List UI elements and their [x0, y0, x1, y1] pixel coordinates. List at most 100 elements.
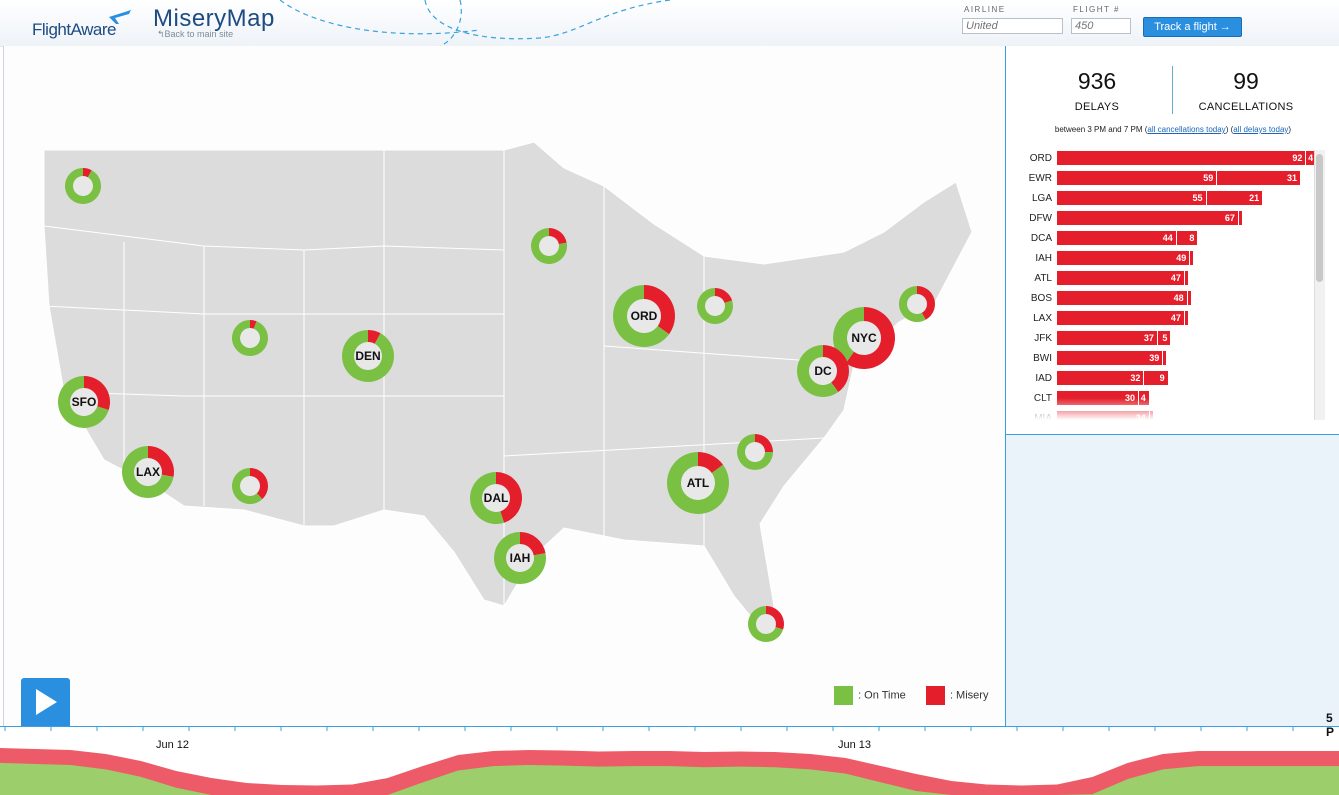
- bar-end-cap: [1186, 291, 1191, 305]
- us-map[interactable]: DEN SFO LAX ORD NYC DC ATL DAL IAH: [4, 46, 1005, 726]
- bar-row-lga[interactable]: LGA 55 21: [1006, 190, 1339, 207]
- delays-bar: 55: [1057, 191, 1206, 205]
- delays-bar: 39: [1057, 351, 1163, 365]
- header-bar: FlightAware MiseryMap ↰Back to main site…: [0, 0, 1339, 47]
- play-button[interactable]: [21, 678, 70, 726]
- airport-code-label: ATL: [687, 476, 709, 490]
- delays-bar: 67: [1057, 211, 1238, 225]
- bar-list-scrollbar[interactable]: [1314, 150, 1325, 420]
- all-cancellations-link[interactable]: all cancellations today: [1147, 125, 1225, 134]
- bar-end-cap: [1183, 271, 1188, 285]
- delays-bar: 59: [1057, 171, 1217, 185]
- bar-airport-code: ORD: [1029, 153, 1052, 164]
- bar-end-cap: [1237, 211, 1242, 225]
- flight-number-input[interactable]: [1071, 18, 1131, 34]
- bar-airport-code: BWI: [1033, 353, 1052, 364]
- flight-number-label: FLIGHT #: [1073, 5, 1120, 14]
- back-to-main-site-link[interactable]: ↰Back to main site: [157, 29, 233, 40]
- timeline-date-label: Jun 12: [156, 739, 190, 751]
- bar-end-cap: [1162, 351, 1167, 365]
- airplane-icon: [109, 10, 131, 24]
- bar-row-lax[interactable]: LAX 47: [1006, 310, 1339, 327]
- airport-marker-sfo[interactable]: SFO: [58, 376, 110, 429]
- airport-marker[interactable]: [737, 434, 773, 470]
- delays-bar: 32: [1057, 371, 1144, 385]
- misery-swatch: [925, 686, 945, 705]
- airport-marker[interactable]: [65, 168, 102, 204]
- cancellations-bar: 8: [1175, 231, 1198, 245]
- airport-marker-dc[interactable]: DC: [797, 345, 850, 398]
- all-delays-link[interactable]: all delays today: [1233, 125, 1288, 134]
- time-range-text: between 3 PM and 7 PM (all cancellations…: [1054, 125, 1292, 134]
- airport-marker-ord[interactable]: ORD: [613, 285, 675, 347]
- misery-timeline-chart[interactable]: [0, 727, 1339, 795]
- bar-airport-code: DCA: [1030, 233, 1052, 244]
- airport-code-label: ORD: [631, 309, 658, 323]
- stats-panel: 936 DELAYS 99 CANCELLATIONS between 3 PM…: [1005, 46, 1339, 726]
- bar-airport-code: JFK: [1034, 333, 1052, 344]
- on-time-label: : On Time: [858, 689, 906, 702]
- bar-airport-code: IAH: [1035, 253, 1052, 264]
- cancellations-bar: 21: [1205, 191, 1263, 205]
- cancellations-bar: 9: [1143, 371, 1168, 385]
- map-legend: : On Time : Misery: [834, 686, 988, 705]
- airport-code-label: DC: [814, 364, 832, 378]
- bar-airport-code: ATL: [1034, 273, 1052, 284]
- timeline[interactable]: 5 P Jun 12 Jun 13: [0, 711, 1339, 795]
- bar-row-ord[interactable]: ORD 92 4: [1006, 150, 1339, 167]
- stats-summary: 936 DELAYS 99 CANCELLATIONS between 3 PM…: [1006, 46, 1339, 435]
- scrollbar-thumb[interactable]: [1316, 154, 1323, 282]
- airline-label: AIRLINE: [964, 5, 1006, 14]
- airport-marker[interactable]: [697, 288, 733, 324]
- airport-code-label: SFO: [72, 395, 97, 409]
- decorative-flight-path: [280, 0, 671, 46]
- list-fade: [1006, 398, 1339, 420]
- airport-marker[interactable]: [748, 606, 784, 642]
- bar-row-dfw[interactable]: DFW 67: [1006, 210, 1339, 227]
- delays-bar: 44: [1057, 231, 1176, 245]
- delays-bar: 47: [1057, 271, 1184, 285]
- airport-marker[interactable]: [531, 228, 567, 264]
- cancellations-bar: 5: [1156, 331, 1171, 345]
- airline-input[interactable]: [962, 18, 1063, 34]
- timeline-date-label: Jun 13: [838, 739, 872, 751]
- cancellations-count: 99: [1233, 68, 1259, 94]
- airport-marker-atl[interactable]: ATL: [666, 452, 729, 514]
- bar-row-bos[interactable]: BOS 48: [1006, 290, 1339, 307]
- delays-count: 936: [1077, 68, 1117, 94]
- bar-row-dca[interactable]: DCA 44 8: [1006, 230, 1339, 247]
- airport-marker-lax[interactable]: LAX: [122, 446, 174, 498]
- delays-label: DELAYS: [1074, 101, 1120, 113]
- delays-bar: 49: [1057, 251, 1190, 265]
- bar-airport-code: IAD: [1035, 373, 1052, 384]
- stats-divider: [1172, 66, 1173, 114]
- airport-marker-iah[interactable]: IAH: [494, 532, 547, 585]
- bar-airport-code: DFW: [1029, 213, 1052, 224]
- airport-code-label: DEN: [355, 349, 380, 363]
- bar-airport-code: BOS: [1030, 293, 1052, 304]
- map-area[interactable]: DEN SFO LAX ORD NYC DC ATL DAL IAH : On Time : M…: [3, 46, 1005, 726]
- bar-row-iad[interactable]: IAD 32 9: [1006, 370, 1339, 387]
- bar-row-bwi[interactable]: BWI 39: [1006, 350, 1339, 367]
- airport-bar-chart[interactable]: ORD 92 4 EWR 59 31 LGA 55 21 DFW 67 DCA 44 8 IAH 49 ATL 4…: [1006, 150, 1339, 420]
- misery-label: : Misery: [949, 689, 989, 702]
- bar-row-ewr[interactable]: EWR 59 31: [1006, 170, 1339, 187]
- airport-code-label: NYC: [851, 331, 877, 345]
- bar-end-cap: [1183, 311, 1188, 325]
- bar-row-jfk[interactable]: JFK 37 5: [1006, 330, 1339, 347]
- bar-airport-code: LAX: [1033, 313, 1052, 324]
- delays-bar: 92: [1057, 151, 1306, 165]
- track-flight-button[interactable]: Track a flight →: [1143, 17, 1242, 37]
- bar-airport-code: LGA: [1031, 193, 1052, 204]
- flightaware-logo[interactable]: FlightAware: [32, 20, 116, 40]
- airport-marker-den[interactable]: DEN: [342, 330, 394, 383]
- delays-bar: 37: [1057, 331, 1157, 345]
- bar-row-atl[interactable]: ATL 47: [1006, 270, 1339, 287]
- bar-airport-code: EWR: [1028, 173, 1052, 184]
- bar-row-iah[interactable]: IAH 49: [1006, 250, 1339, 267]
- airport-code-label: LAX: [136, 465, 160, 479]
- airport-code-label: DAL: [484, 491, 509, 505]
- airport-code-label: IAH: [510, 551, 531, 565]
- airport-marker[interactable]: [899, 286, 935, 322]
- delays-bar: 48: [1057, 291, 1187, 305]
